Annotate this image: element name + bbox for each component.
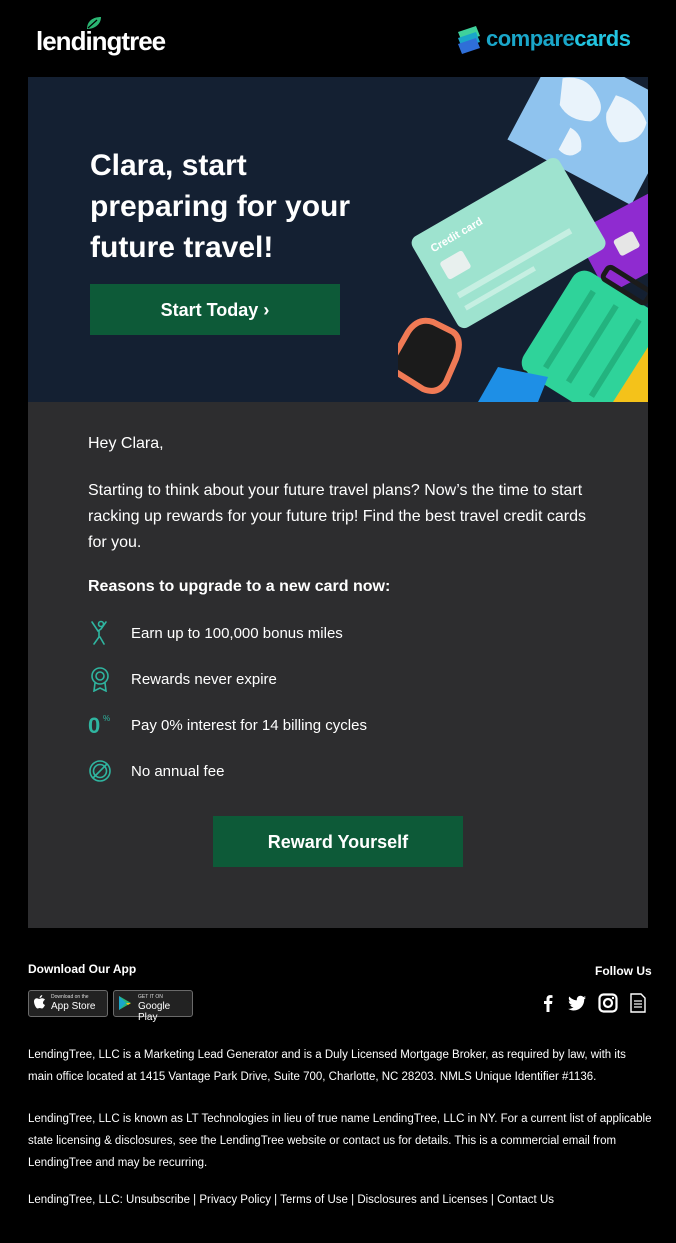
reason-item: No annual fee	[88, 758, 608, 788]
email-footer: Download Our App Download on the App Sto…	[0, 928, 676, 1243]
travel-illustration: Credit card	[398, 77, 648, 402]
facebook-icon[interactable]	[538, 993, 558, 1013]
svg-text:%: %	[103, 714, 110, 723]
email-header: lendingtree comparecards	[0, 0, 676, 77]
google-play-badge[interactable]: GET IT ON Google Play	[113, 990, 193, 1023]
start-today-label: Start Today	[160, 300, 259, 320]
reason-item: Earn up to 100,000 bonus miles	[88, 620, 608, 650]
terms-of-use-link[interactable]: Terms of Use	[280, 1194, 348, 1206]
app-store-badge[interactable]: Download on the App Store	[28, 990, 108, 1017]
reason-text: No annual fee	[131, 763, 225, 780]
app-store-small-text: Download on the	[51, 994, 89, 1000]
greeting: Hey Clara,	[88, 435, 164, 452]
legal-text-1: LendingTree, LLC is a Marketing Lead Gen…	[28, 1049, 626, 1083]
contact-us-link[interactable]: Contact Us	[497, 1194, 554, 1206]
hero-title: Clara, start preparing for your future t…	[90, 149, 351, 264]
svg-text:0: 0	[88, 713, 100, 738]
reason-text: Rewards never expire	[131, 671, 277, 688]
hero-banner: Clara, start preparing for your future t…	[28, 77, 648, 402]
comparecards-logo[interactable]: comparecards	[456, 24, 651, 56]
google-play-small-text: GET IT ON	[138, 994, 163, 1000]
intro-paragraph: Starting to think about your future trav…	[88, 482, 586, 551]
reason-text: Earn up to 100,000 bonus miles	[131, 625, 343, 642]
unsubscribe-link[interactable]: Unsubscribe	[126, 1194, 190, 1206]
no-fee-icon	[89, 760, 111, 782]
reward-yourself-button[interactable]: Reward Yourself	[213, 816, 463, 867]
comparecards-mark-icon	[458, 26, 480, 54]
blog-icon[interactable]	[628, 993, 648, 1013]
chevron-right-icon: ›	[263, 300, 270, 320]
start-today-button[interactable]: Start Today ›	[90, 284, 340, 335]
sunglasses-icon	[398, 317, 462, 394]
comparecards-wordmark: comparecards	[486, 26, 631, 51]
legal-text-2: LendingTree, LLC is known as LT Technolo…	[28, 1113, 652, 1169]
lendingtree-wordmark: lendingtree	[36, 26, 166, 56]
reason-item: Rewards never expire	[88, 666, 608, 696]
app-store-text: App Store	[51, 1001, 96, 1012]
reasons-heading: Reasons to upgrade to a new card now:	[88, 578, 391, 595]
instagram-icon[interactable]	[598, 993, 618, 1013]
apple-icon	[34, 995, 45, 1009]
privacy-policy-link[interactable]: Privacy Policy	[199, 1194, 271, 1206]
content-panel: Hey Clara, Starting to think about your …	[28, 402, 648, 928]
award-ribbon-icon	[91, 667, 109, 692]
footer-links-prefix: LendingTree, LLC:	[28, 1194, 123, 1206]
reason-text: Pay 0% interest for 14 billing cycles	[131, 717, 367, 734]
download-app-label: Download Our App	[28, 962, 137, 976]
follow-us-label: Follow Us	[595, 964, 652, 978]
disclosures-link[interactable]: Disclosures and Licenses	[357, 1194, 487, 1206]
google-play-text: Google Play	[138, 1001, 171, 1023]
zero-percent-icon: 0 %	[88, 713, 110, 738]
google-play-icon	[119, 996, 131, 1010]
reason-item: 0 % Pay 0% interest for 14 billing cycle…	[88, 712, 608, 742]
person-celebrate-icon	[91, 620, 107, 645]
footer-links: LendingTree, LLC: Unsubscribe | Privacy …	[28, 1194, 555, 1206]
twitter-icon[interactable]	[567, 993, 587, 1013]
lendingtree-logo[interactable]: lendingtree	[36, 16, 171, 58]
